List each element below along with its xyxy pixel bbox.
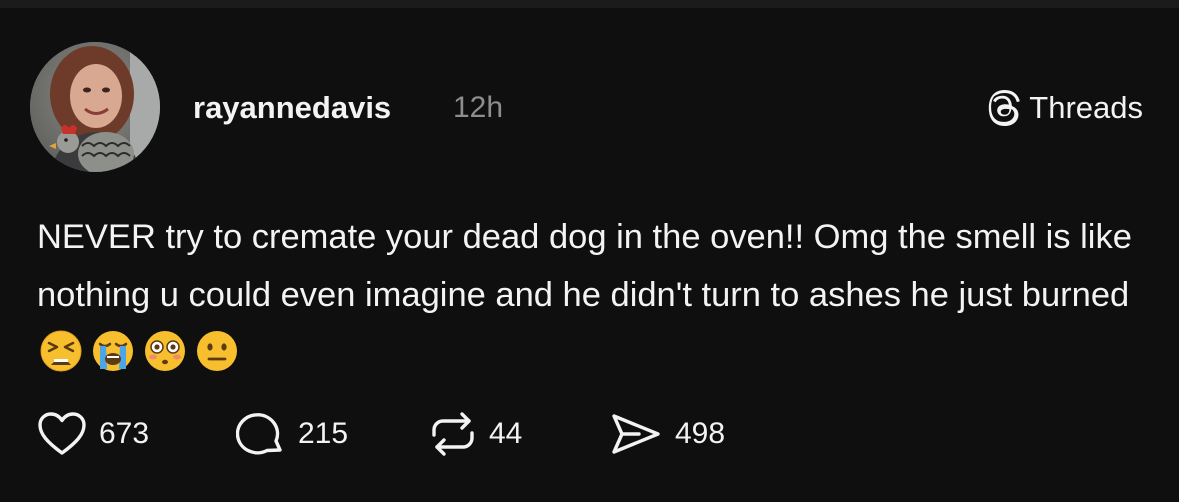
neutral-face-emoji (197, 331, 237, 371)
tired-face-emoji (40, 330, 82, 372)
loudly-crying-face-emoji (93, 331, 133, 371)
send-icon (612, 414, 660, 454)
reply-button[interactable]: 215 (236, 410, 348, 458)
like-count: 673 (99, 417, 150, 450)
share-count: 498 (675, 417, 726, 450)
like-button[interactable]: 673 (37, 410, 149, 458)
post-text-block: NEVER try to cremate your dead dog in th… (37, 208, 1147, 382)
repost-count: 44 (489, 417, 523, 450)
repost-button[interactable]: 44 (429, 410, 522, 458)
threads-brand[interactable]: Threads (987, 86, 1143, 130)
post-timestamp: 12h (453, 91, 504, 124)
avatar[interactable] (30, 42, 160, 172)
flushed-face-emoji (145, 331, 185, 371)
threads-logo-icon (989, 90, 1021, 126)
author-username[interactable]: rayannedavis (193, 86, 391, 130)
threads-brand-label: Threads (1029, 90, 1143, 125)
reply-count: 215 (298, 417, 349, 450)
share-button[interactable]: 498 (609, 410, 725, 458)
post-text: NEVER try to cremate your dead dog in th… (37, 218, 1132, 314)
top-divider (0, 0, 1179, 8)
repost-icon (432, 412, 474, 456)
emoji-row (39, 329, 239, 373)
avatar-image (30, 42, 160, 172)
comment-icon (236, 413, 282, 455)
heart-icon (38, 412, 86, 455)
